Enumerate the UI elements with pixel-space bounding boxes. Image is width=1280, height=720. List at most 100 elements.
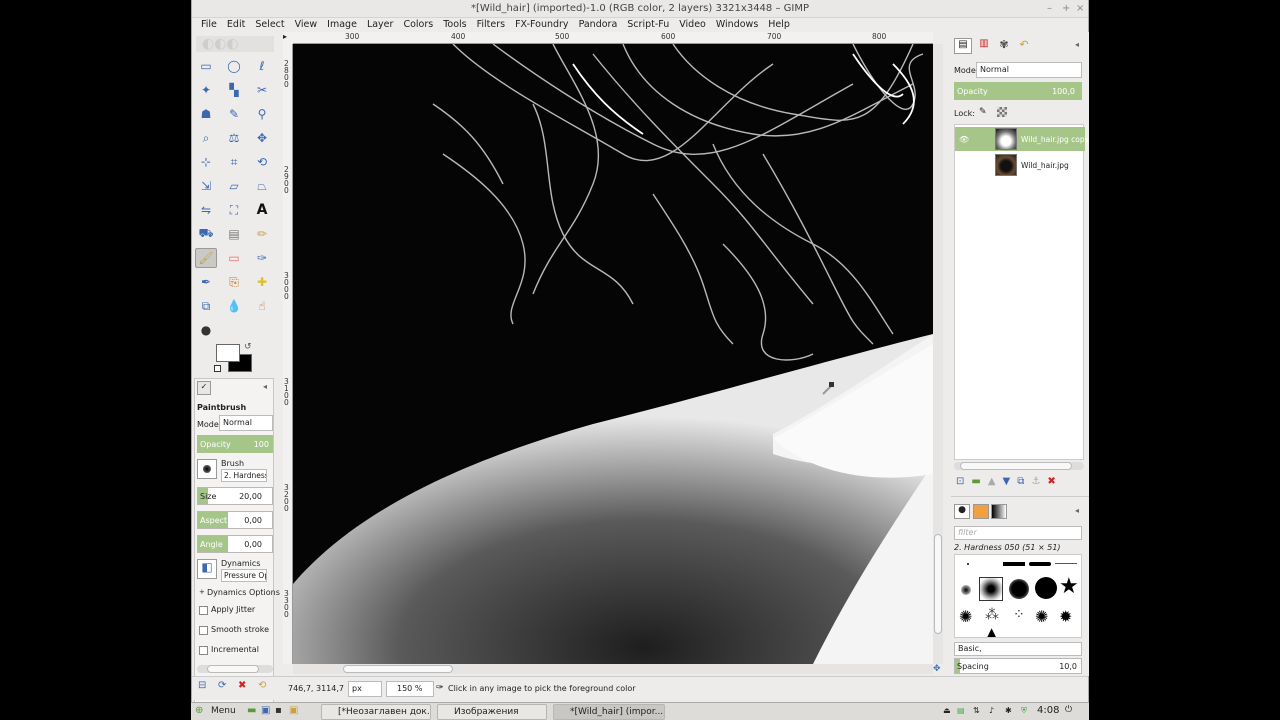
foreground-color-swatch[interactable]	[216, 344, 240, 362]
measure-tool-icon[interactable]: ⚖	[223, 128, 245, 148]
tray-icon-power[interactable]: ⏻	[1065, 705, 1072, 715]
image-canvas[interactable]	[293, 44, 933, 664]
aspect-slider[interactable]: Aspect ... 0,00	[197, 511, 273, 529]
status-icon-2[interactable]: ⟳	[218, 680, 226, 691]
paths-tool-icon[interactable]: ✎	[223, 104, 245, 124]
panel-menu-icon[interactable]: ◂	[263, 382, 267, 391]
start-menu-button[interactable]: Menu	[211, 706, 236, 716]
rotate-tool-icon[interactable]: ⟲	[251, 152, 273, 172]
launcher-icon-4[interactable]: ▣	[289, 705, 298, 716]
bucket-fill-tool-icon[interactable]: ⛟	[195, 224, 217, 244]
text-tool-icon[interactable]: A	[251, 200, 273, 220]
free-select-tool-icon[interactable]: ℓ	[251, 56, 273, 76]
incremental-checkbox[interactable]	[199, 646, 208, 655]
menu-script-fu[interactable]: Script-Fu	[622, 18, 674, 32]
delete-layer-icon[interactable]: ✖	[1047, 476, 1055, 487]
pencil-tool-icon[interactable]: ✏	[251, 224, 273, 244]
dock-menu-icon[interactable]: ◂	[1075, 40, 1079, 49]
menu-fx-foundry[interactable]: FX-Foundry	[510, 18, 573, 32]
navigate-icon[interactable]: ✥	[933, 664, 943, 674]
mode-select[interactable]: Normal	[219, 415, 273, 431]
brush-filter-input[interactable]: filter	[954, 526, 1082, 540]
launcher-icon-1[interactable]: ▬	[247, 705, 256, 716]
brush-grid[interactable]: ★ ✺ ⁂ ⁘ ✺ ✹ ▲	[954, 554, 1082, 638]
apply-jitter-checkbox[interactable]	[199, 606, 208, 615]
minimize-icon[interactable]: –	[1047, 0, 1052, 18]
launcher-icon-3[interactable]: ▪	[275, 705, 282, 716]
menu-select[interactable]: Select	[250, 18, 289, 32]
layer-opacity-slider[interactable]: Opacity 100,0	[954, 82, 1082, 100]
brush-item[interactable]	[961, 585, 971, 595]
ink-tool-icon[interactable]: ✒	[195, 272, 217, 292]
cage-tool-icon[interactable]: ⛶	[223, 200, 245, 220]
perspective-clone-tool-icon[interactable]: ⧉	[195, 296, 217, 316]
brush-item[interactable]: ⁘	[1013, 607, 1025, 623]
blend-tool-icon[interactable]: ▤	[223, 224, 245, 244]
menu-help[interactable]: Help	[763, 18, 795, 32]
tray-icon-volume[interactable]: ♪	[989, 706, 994, 715]
eraser-tool-icon[interactable]: ▭	[223, 248, 245, 268]
vertical-ruler[interactable]: 2800 2900 3000 3100 3200 3300	[283, 44, 293, 664]
zoom-tool-icon[interactable]: ⌕	[195, 128, 217, 148]
layer-row-original[interactable]: Wild_hair.jpg	[955, 153, 1085, 177]
new-layer-icon[interactable]: ⊡	[956, 476, 964, 487]
horizontal-ruler[interactable]: 300 400 500 600 700 800	[293, 32, 933, 44]
lower-layer-icon[interactable]: ▼	[1003, 476, 1011, 487]
channels-tab-icon[interactable]: ▥	[975, 38, 993, 54]
flip-tool-icon[interactable]: ⇋	[195, 200, 217, 220]
layer-name[interactable]: Wild_hair.jpg copy	[1021, 135, 1089, 144]
scale-tool-icon[interactable]: ⇲	[195, 176, 217, 196]
task-button-3[interactable]: *[Wild_hair] (impor...	[553, 704, 665, 720]
smudge-tool-icon[interactable]: ☝	[251, 296, 273, 316]
tool-options-tab-icon[interactable]: ✓	[197, 381, 211, 395]
menu-video[interactable]: Video	[674, 18, 711, 32]
tray-icon-network[interactable]: ⇅	[973, 706, 980, 715]
tray-icon-shield[interactable]: ⛨	[1021, 706, 1027, 716]
launcher-icon-2[interactable]: ▣	[261, 705, 270, 716]
lock-alpha-icon[interactable]	[997, 107, 1007, 117]
fuzzy-select-tool-icon[interactable]: ✦	[195, 80, 217, 100]
scissors-tool-icon[interactable]: ✂	[251, 80, 273, 100]
patterns-tab-icon[interactable]	[973, 504, 989, 519]
lock-pixels-icon[interactable]: ✎	[979, 107, 987, 117]
color-picker-tool-icon[interactable]: ⚲	[251, 104, 273, 124]
wilber-drop-area[interactable]: ◐◐◐	[196, 36, 274, 52]
status-icon-4[interactable]: ⟲	[258, 680, 266, 691]
layer-mode-select[interactable]: Normal	[976, 62, 1082, 78]
airbrush-tool-icon[interactable]: ✑	[251, 248, 273, 268]
start-menu-icon[interactable]: ⊕	[195, 705, 203, 716]
menu-view[interactable]: View	[290, 18, 323, 32]
unit-select[interactable]: px	[348, 681, 382, 697]
rect-select-tool-icon[interactable]: ▭	[195, 56, 217, 76]
shear-tool-icon[interactable]: ▱	[223, 176, 245, 196]
task-button-2[interactable]: Изображения	[437, 704, 547, 720]
menu-tools[interactable]: Tools	[438, 18, 471, 32]
brush-name-field[interactable]: 2. Hardness	[221, 469, 267, 482]
brush-item[interactable]	[1003, 562, 1025, 566]
brush-item[interactable]: ✺	[959, 607, 972, 626]
quick-mask-corner-icon[interactable]: ▸	[283, 32, 293, 44]
menu-colors[interactable]: Colors	[398, 18, 438, 32]
swap-colors-icon[interactable]: ↺	[244, 342, 252, 352]
menu-windows[interactable]: Windows	[711, 18, 763, 32]
clone-tool-icon[interactable]: ⎘	[223, 272, 245, 292]
menu-image[interactable]: Image	[322, 18, 362, 32]
brushes-tab-icon[interactable]: ●	[954, 504, 970, 519]
color-select-tool-icon[interactable]: ▚	[223, 80, 245, 100]
gradients-tab-icon[interactable]	[991, 504, 1007, 519]
duplicate-layer-icon[interactable]: ⧉	[1017, 476, 1024, 487]
raise-layer-icon[interactable]: ▲	[988, 476, 996, 487]
paintbrush-tool-icon[interactable]: 🖌	[195, 248, 217, 268]
brush-item[interactable]	[1009, 579, 1029, 599]
tray-icon-bluetooth[interactable]: ✱	[1005, 706, 1012, 715]
visibility-eye-icon[interactable]: 👁	[959, 135, 969, 144]
dodge-burn-tool-icon[interactable]: ●	[195, 320, 217, 340]
layer-row-copy[interactable]: 👁 Wild_hair.jpg copy	[955, 127, 1089, 151]
expander-icon[interactable]: +	[199, 588, 205, 596]
move-tool-icon[interactable]: ✥	[251, 128, 273, 148]
crop-tool-icon[interactable]: ⌗	[223, 152, 245, 172]
paths-tab-icon[interactable]: ✾	[995, 38, 1013, 54]
brush-item[interactable]	[1029, 562, 1051, 566]
brush-item[interactable]	[1035, 577, 1057, 599]
vertical-scrollbar[interactable]	[933, 44, 943, 664]
